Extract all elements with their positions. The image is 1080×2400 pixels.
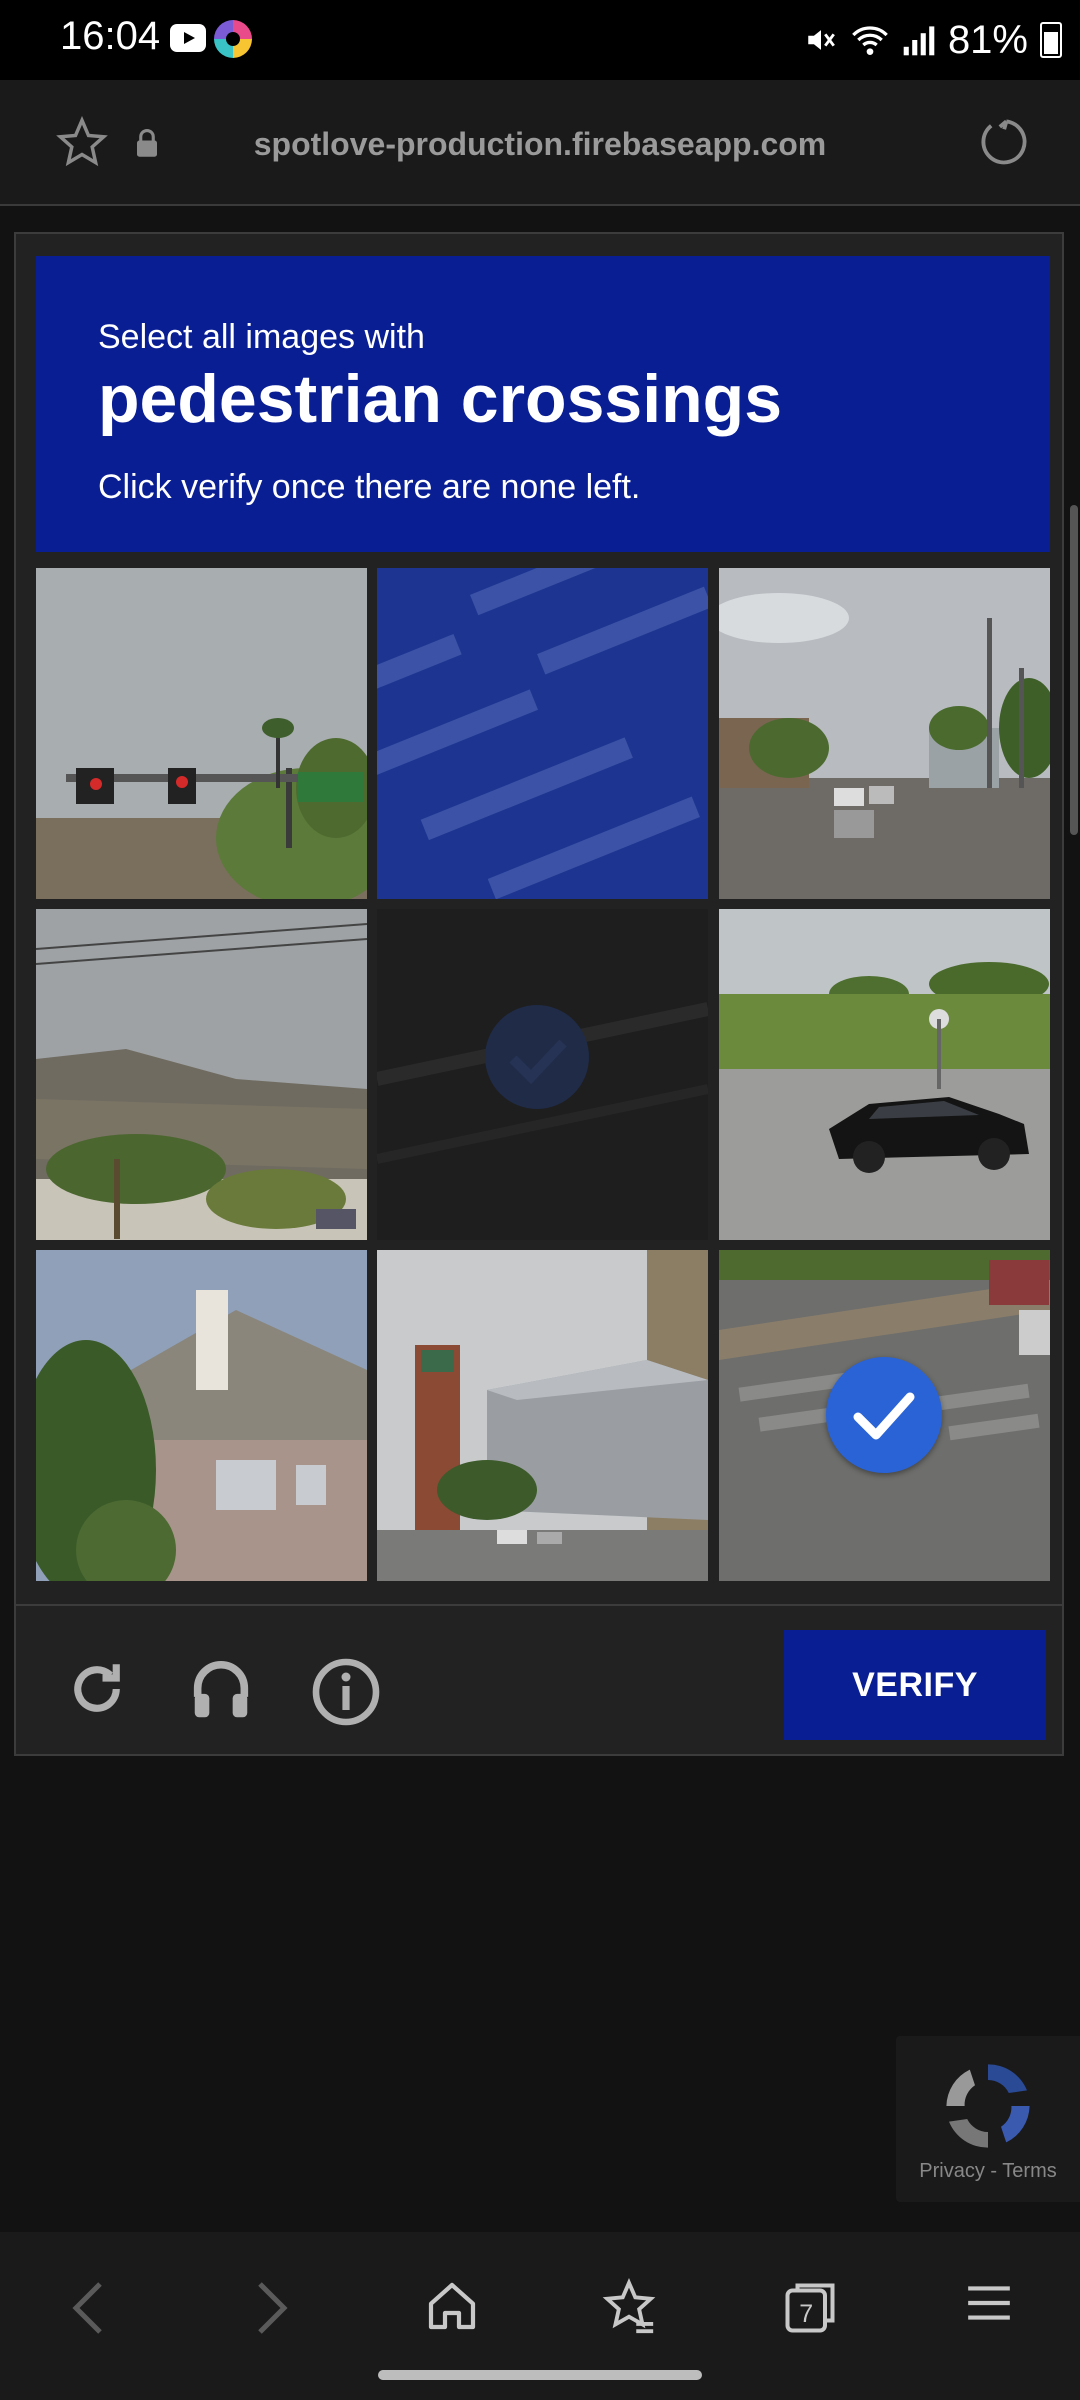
prompt-target: pedestrian crossings [98, 361, 783, 437]
verify-button[interactable]: VERIFY [784, 1630, 1046, 1740]
scrollbar-thumb[interactable] [1070, 505, 1078, 835]
image-tile-1[interactable] [36, 568, 367, 899]
image-tile-6[interactable] [719, 909, 1050, 1240]
hillside-image [36, 909, 367, 1240]
mute-icon [808, 30, 835, 50]
info-icon[interactable] [310, 1656, 382, 1728]
privacy-link[interactable]: Privacy [919, 2160, 985, 2182]
status-icons: 81% [804, 14, 1062, 66]
menu-icon[interactable] [964, 2278, 1014, 2328]
back-icon[interactable] [68, 2278, 108, 2338]
terms-link[interactable]: Terms [1002, 2160, 1056, 2182]
sign-tower-image [377, 1250, 708, 1581]
black-car-image [719, 909, 1050, 1240]
image-grid [36, 568, 1050, 1581]
bookmarks-icon[interactable] [600, 2278, 658, 2336]
status-bar: 16:04 81% [0, 0, 1080, 80]
traffic-light-image [36, 568, 367, 899]
crosswalk-image [377, 568, 708, 899]
image-tile-8[interactable] [377, 1250, 708, 1581]
youtube-icon [170, 24, 206, 52]
recaptcha-badge[interactable]: Privacy - Terms [896, 2036, 1080, 2202]
dark-image [377, 909, 708, 1240]
audio-challenge-icon[interactable] [184, 1656, 258, 1726]
refresh-icon[interactable] [64, 1656, 130, 1722]
app-notification-icon [214, 20, 252, 58]
browser-toolbar: spotlove-production.firebaseapp.com [0, 80, 1080, 206]
forward-icon[interactable] [252, 2278, 292, 2338]
links-separator: - [990, 2160, 998, 2182]
battery-percent: 81% [947, 17, 1028, 62]
selected-check-icon [826, 1357, 942, 1473]
url-text[interactable]: spotlove-production.firebaseapp.com [0, 126, 1080, 163]
prompt-prefix: Select all images with [98, 318, 425, 356]
wifi-icon [852, 26, 888, 55]
prompt-instruction: Click verify once there are none left. [98, 468, 641, 506]
challenge-header: Select all images with pedestrian crossi… [36, 256, 1050, 552]
street-image [719, 568, 1050, 899]
house-image [36, 1250, 367, 1581]
tabs-icon[interactable]: 7 [780, 2278, 840, 2338]
svg-text:7: 7 [799, 2300, 813, 2328]
battery-icon [1040, 22, 1062, 58]
captcha-footer: VERIFY [16, 1604, 1062, 1758]
recaptcha-links: Privacy - Terms [896, 2160, 1080, 2183]
image-tile-5[interactable] [377, 909, 708, 1240]
reload-icon[interactable] [976, 116, 1028, 168]
status-time: 16:04 [60, 14, 161, 58]
image-tile-7[interactable] [36, 1250, 367, 1581]
image-tile-4[interactable] [36, 909, 367, 1240]
signal-icon [903, 26, 935, 56]
image-tile-2[interactable] [377, 568, 708, 899]
captcha-modal: Select all images with pedestrian crossi… [14, 232, 1064, 1756]
home-indicator[interactable] [378, 2370, 702, 2380]
home-icon[interactable] [424, 2278, 480, 2334]
image-tile-3[interactable] [719, 568, 1050, 899]
recaptcha-logo-icon [946, 2064, 1030, 2148]
